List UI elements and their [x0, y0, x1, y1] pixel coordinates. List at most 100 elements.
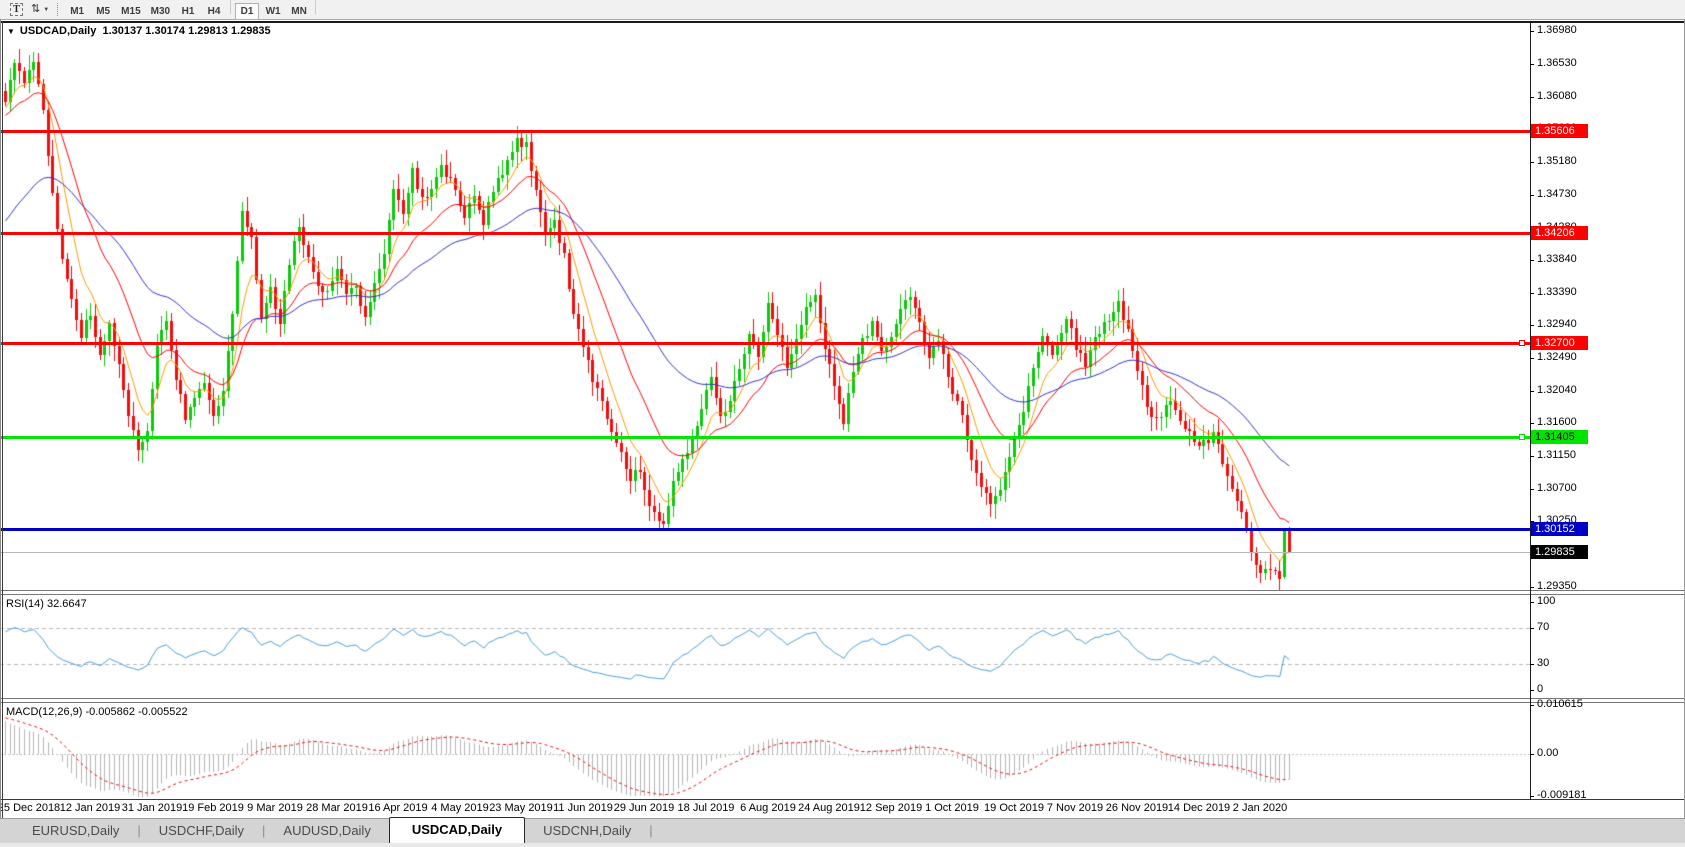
- price-tick-mark: [1530, 358, 1534, 359]
- rsi-tick-mark: [1530, 628, 1534, 629]
- horizontal-line[interactable]: [0, 436, 1530, 439]
- horizontal-line[interactable]: [0, 232, 1530, 235]
- timeframe-button-H4[interactable]: H4: [202, 3, 226, 20]
- price-tick-label: 1.31600: [1537, 416, 1577, 429]
- price-tick-mark: [1530, 325, 1534, 326]
- horizontal-line-price-label[interactable]: 1.31405: [1531, 430, 1588, 444]
- price-tick-label: 1.30700: [1537, 482, 1577, 495]
- arrows-icon: ⇅: [31, 3, 40, 16]
- price-tick-mark: [1530, 195, 1534, 196]
- price-chart-canvas[interactable]: [0, 22, 1530, 590]
- tab-divider: |: [649, 820, 652, 843]
- mt4-window: T ⇅ ▼ M1M5M15M30H1H4 D1W1MN ▼ USDCAD,Daily…: [0, 0, 1685, 847]
- macd-tick-mark: [1530, 796, 1534, 797]
- rsi-tick-mark: [1530, 690, 1534, 691]
- price-tick-label: 1.36980: [1537, 24, 1577, 37]
- price-tick-label: 1.36080: [1537, 90, 1577, 103]
- text-tool-icon: T: [10, 3, 23, 16]
- horizontal-line-price-label[interactable]: 1.32700: [1531, 336, 1588, 350]
- price-tick-mark: [1530, 489, 1534, 490]
- line-drag-handle[interactable]: [1519, 434, 1525, 440]
- price-tick-label: 1.35180: [1537, 155, 1577, 168]
- price-tick-label: 1.36530: [1537, 57, 1577, 70]
- horizontal-line[interactable]: [0, 130, 1530, 133]
- price-tick-mark: [1530, 587, 1534, 588]
- chart-tab-audusd[interactable]: AUDUSD,Daily: [265, 820, 388, 843]
- status-strip: [0, 843, 1685, 847]
- timeframe-bar: M1M5M15M30H1H4 D1W1MN: [64, 0, 319, 20]
- time-axis[interactable]: 25 Dec 201812 Jan 201931 Jan 201919 Feb …: [0, 800, 1685, 818]
- toolbar-separator: [315, 0, 316, 14]
- current-price-line: [0, 552, 1530, 553]
- collapse-arrow-icon[interactable]: ▼: [7, 27, 15, 36]
- line-drag-handle[interactable]: [1519, 340, 1525, 346]
- price-axis[interactable]: [1530, 22, 1685, 800]
- toolbar: T ⇅ ▼ M1M5M15M30H1H4 D1W1MN: [0, 0, 1685, 19]
- chart-symbol: USDCAD,Daily: [20, 25, 96, 37]
- window-border: [2, 21, 3, 818]
- price-tick-label: 1.29350: [1537, 580, 1577, 593]
- timeframe-button-M1[interactable]: M1: [65, 3, 89, 20]
- panel-separator[interactable]: [0, 590, 1685, 595]
- timeframe-button-D1[interactable]: D1: [235, 3, 259, 20]
- window-border: [0, 21, 1685, 23]
- dropdown-caret-icon: ▼: [43, 7, 49, 13]
- timeframe-button-M15[interactable]: M15: [117, 3, 144, 20]
- rsi-tick-label: 70: [1537, 621, 1549, 634]
- price-tick-label: 1.32940: [1537, 318, 1577, 331]
- chart-tab-eurusd[interactable]: EURUSD,Daily: [14, 820, 137, 843]
- price-tick-mark: [1530, 456, 1534, 457]
- current-price-label: 1.29835: [1531, 545, 1588, 559]
- price-tick-label: 1.33390: [1537, 286, 1577, 299]
- horizontal-line[interactable]: [0, 528, 1530, 531]
- timeframe-button-M30[interactable]: M30: [147, 3, 174, 20]
- price-tick-label: 1.31150: [1537, 449, 1576, 462]
- price-tick-mark: [1530, 64, 1534, 65]
- horizontal-line[interactable]: [0, 342, 1530, 345]
- toolbar-separator: [230, 0, 231, 14]
- horizontal-line-price-label[interactable]: 1.34206: [1531, 226, 1588, 240]
- chart-tab-bar: EURUSD,Daily|USDCHF,Daily|AUDUSD,DailyUS…: [0, 818, 1685, 843]
- price-tick-label: 1.32040: [1537, 384, 1577, 397]
- window-border: [0, 19, 1, 843]
- price-tick-mark: [1530, 260, 1534, 261]
- rsi-tick-mark: [1530, 664, 1534, 665]
- timeframe-button-H1[interactable]: H1: [176, 3, 200, 20]
- rsi-tick-mark: [1530, 602, 1534, 603]
- horizontal-line-price-label[interactable]: 1.30152: [1531, 522, 1588, 536]
- price-tick-label: 1.32490: [1537, 351, 1577, 364]
- price-tick-mark: [1530, 162, 1534, 163]
- rsi-tick-label: 0: [1537, 683, 1543, 696]
- horizontal-line-price-label[interactable]: 1.35606: [1531, 124, 1588, 138]
- rsi-label: RSI(14) 32.6647: [6, 598, 87, 610]
- macd-canvas[interactable]: [0, 703, 1530, 799]
- price-tick-mark: [1530, 31, 1534, 32]
- macd-tick-label: -0.009181: [1537, 789, 1587, 802]
- macd-label: MACD(12,26,9) -0.005862 -0.005522: [6, 706, 188, 718]
- price-tick-mark: [1530, 391, 1534, 392]
- arrows-tool-button[interactable]: ⇅ ▼: [27, 1, 53, 18]
- rsi-tick-label: 30: [1537, 657, 1549, 670]
- macd-tick-mark: [1530, 754, 1534, 755]
- price-tick-mark: [1530, 293, 1534, 294]
- timeframe-button-MN[interactable]: MN: [287, 3, 311, 20]
- rsi-canvas[interactable]: [0, 595, 1530, 698]
- chart-tab-usdcnh[interactable]: USDCNH,Daily: [525, 820, 649, 843]
- chart-tab-usdchf[interactable]: USDCHF,Daily: [141, 820, 262, 843]
- price-tick-label: 1.33840: [1537, 253, 1577, 266]
- chart-title: ▼USDCAD,Daily 1.30137 1.30174 1.29813 1.…: [7, 25, 271, 37]
- chart-tab-usdcad[interactable]: USDCAD,Daily: [389, 817, 525, 843]
- macd-tick-mark: [1530, 705, 1534, 706]
- date-label: 2 Jan 2020: [1218, 802, 1302, 814]
- timeframe-button-W1[interactable]: W1: [261, 3, 285, 20]
- toolbar-separator: [57, 3, 58, 16]
- price-tick-mark: [1530, 97, 1534, 98]
- price-tick-mark: [1530, 423, 1534, 424]
- panel-separator[interactable]: [0, 698, 1685, 703]
- price-tick-label: 1.34730: [1537, 188, 1577, 201]
- macd-tick-label: 0.010615: [1537, 698, 1583, 711]
- macd-tick-label: 0.00: [1537, 747, 1558, 760]
- timeframe-button-M5[interactable]: M5: [91, 3, 115, 20]
- rsi-tick-label: 100: [1537, 595, 1555, 608]
- text-tool-button[interactable]: T: [6, 1, 27, 18]
